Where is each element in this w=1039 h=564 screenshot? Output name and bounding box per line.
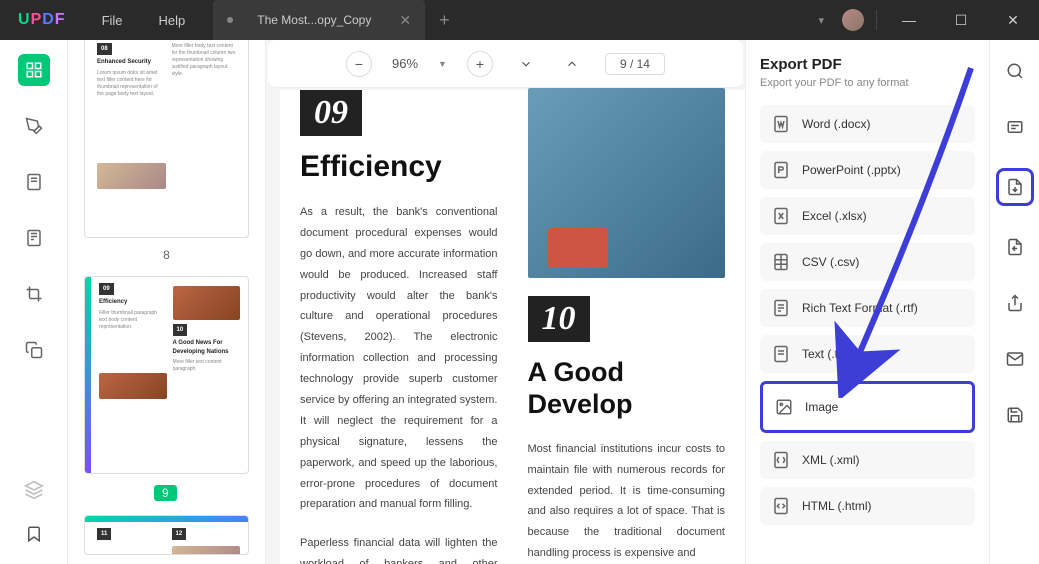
left-rail <box>0 40 68 564</box>
close-icon[interactable]: ✕ <box>399 12 411 29</box>
csv-icon <box>772 253 790 271</box>
export-csv[interactable]: CSV (.csv) <box>760 243 975 281</box>
xml-icon <box>772 451 790 469</box>
page-down-button[interactable] <box>513 51 539 77</box>
document-tab[interactable]: The Most...opy_Copy ✕ <box>213 0 425 40</box>
forms-rail-button[interactable] <box>18 222 50 254</box>
share-button[interactable] <box>1000 288 1030 318</box>
zoom-in-button[interactable]: + <box>467 51 493 77</box>
chevron-down-icon[interactable]: ▾ <box>812 14 830 27</box>
excel-icon <box>772 207 790 225</box>
thumbnail-page-9[interactable]: 09EfficiencyFiller thumbnail paragraph t… <box>84 276 249 474</box>
section-number-10: 10 <box>528 296 590 342</box>
thumbnail-panel: 08Enhanced SecurityLorem ipsum dolor sit… <box>68 40 266 564</box>
export-excel[interactable]: Excel (.xlsx) <box>760 197 975 235</box>
export-text[interactable]: Text (.txt) <box>760 335 975 373</box>
titlebar: UPDF File Help The Most...opy_Copy ✕ + ▾… <box>0 0 1039 40</box>
thumbnail-page-10[interactable]: 1112 <box>84 515 249 555</box>
bookmark-icon[interactable] <box>25 525 43 548</box>
document-image <box>528 88 726 278</box>
text-icon <box>772 345 790 363</box>
close-button[interactable]: ✕ <box>993 0 1033 40</box>
menu-file[interactable]: File <box>84 13 141 28</box>
add-tab-button[interactable]: + <box>439 10 450 31</box>
viewer-toolbar: − 96% ▼ + <box>268 40 743 88</box>
paragraph: Paperless financial data will lighten th… <box>300 533 498 564</box>
thumbnail-label-8: 8 <box>84 248 249 262</box>
export-panel: Export PDF Export your PDF to any format… <box>745 40 989 564</box>
right-rail <box>989 40 1039 564</box>
thumbnail-label-9: 9 <box>154 485 177 501</box>
ocr-button[interactable] <box>1000 112 1030 142</box>
save-button[interactable] <box>1000 400 1030 430</box>
menu-help[interactable]: Help <box>141 13 204 28</box>
tab-indicator-icon <box>227 17 233 23</box>
zoom-value: 96% <box>392 56 418 71</box>
copy-rail-button[interactable] <box>18 334 50 366</box>
convert-button[interactable] <box>1000 232 1030 262</box>
powerpoint-icon <box>772 161 790 179</box>
thumbnail-page-8[interactable]: 08Enhanced SecurityLorem ipsum dolor sit… <box>84 40 249 238</box>
avatar[interactable] <box>842 9 864 31</box>
email-button[interactable] <box>1000 344 1030 374</box>
export-pdf-button[interactable] <box>996 168 1034 206</box>
app-logo: UPDF <box>0 11 84 29</box>
maximize-button[interactable]: ☐ <box>941 0 981 40</box>
word-icon <box>772 115 790 133</box>
export-title: Export PDF <box>760 56 975 73</box>
html-icon <box>772 497 790 515</box>
document-page: 09 Efficiency As a result, the bank's co… <box>280 90 745 564</box>
page-input[interactable] <box>605 53 665 75</box>
export-rtf[interactable]: Rich Text Format (.rtf) <box>760 289 975 327</box>
export-html[interactable]: HTML (.html) <box>760 487 975 525</box>
section-title-good-news: A GoodDevelop <box>528 356 726 421</box>
export-image[interactable]: Image <box>760 381 975 433</box>
paragraph: As a result, the bank's conventional doc… <box>300 202 498 515</box>
export-subtitle: Export your PDF to any format <box>760 77 975 89</box>
layers-icon[interactable] <box>24 480 44 505</box>
tab-title: The Most...opy_Copy <box>257 13 371 27</box>
export-xml[interactable]: XML (.xml) <box>760 441 975 479</box>
document-viewer: − 96% ▼ + 09 Efficiency As a result, the… <box>266 40 745 564</box>
rtf-icon <box>772 299 790 317</box>
search-button[interactable] <box>1000 56 1030 86</box>
minimize-button[interactable]: — <box>889 0 929 40</box>
page-up-button[interactable] <box>559 51 585 77</box>
export-powerpoint[interactable]: PowerPoint (.pptx) <box>760 151 975 189</box>
section-title-efficiency: Efficiency <box>300 150 498 184</box>
crop-rail-button[interactable] <box>18 278 50 310</box>
zoom-out-button[interactable]: − <box>346 51 372 77</box>
paragraph: Most financial institutions incur costs … <box>528 439 726 564</box>
export-word[interactable]: Word (.docx) <box>760 105 975 143</box>
section-number-09: 09 <box>300 90 362 136</box>
thumbnails-rail-button[interactable] <box>18 54 50 86</box>
highlighter-rail-button[interactable] <box>18 110 50 142</box>
image-icon <box>775 398 793 416</box>
page-rail-button[interactable] <box>18 166 50 198</box>
zoom-dropdown-icon[interactable]: ▼ <box>438 59 447 69</box>
